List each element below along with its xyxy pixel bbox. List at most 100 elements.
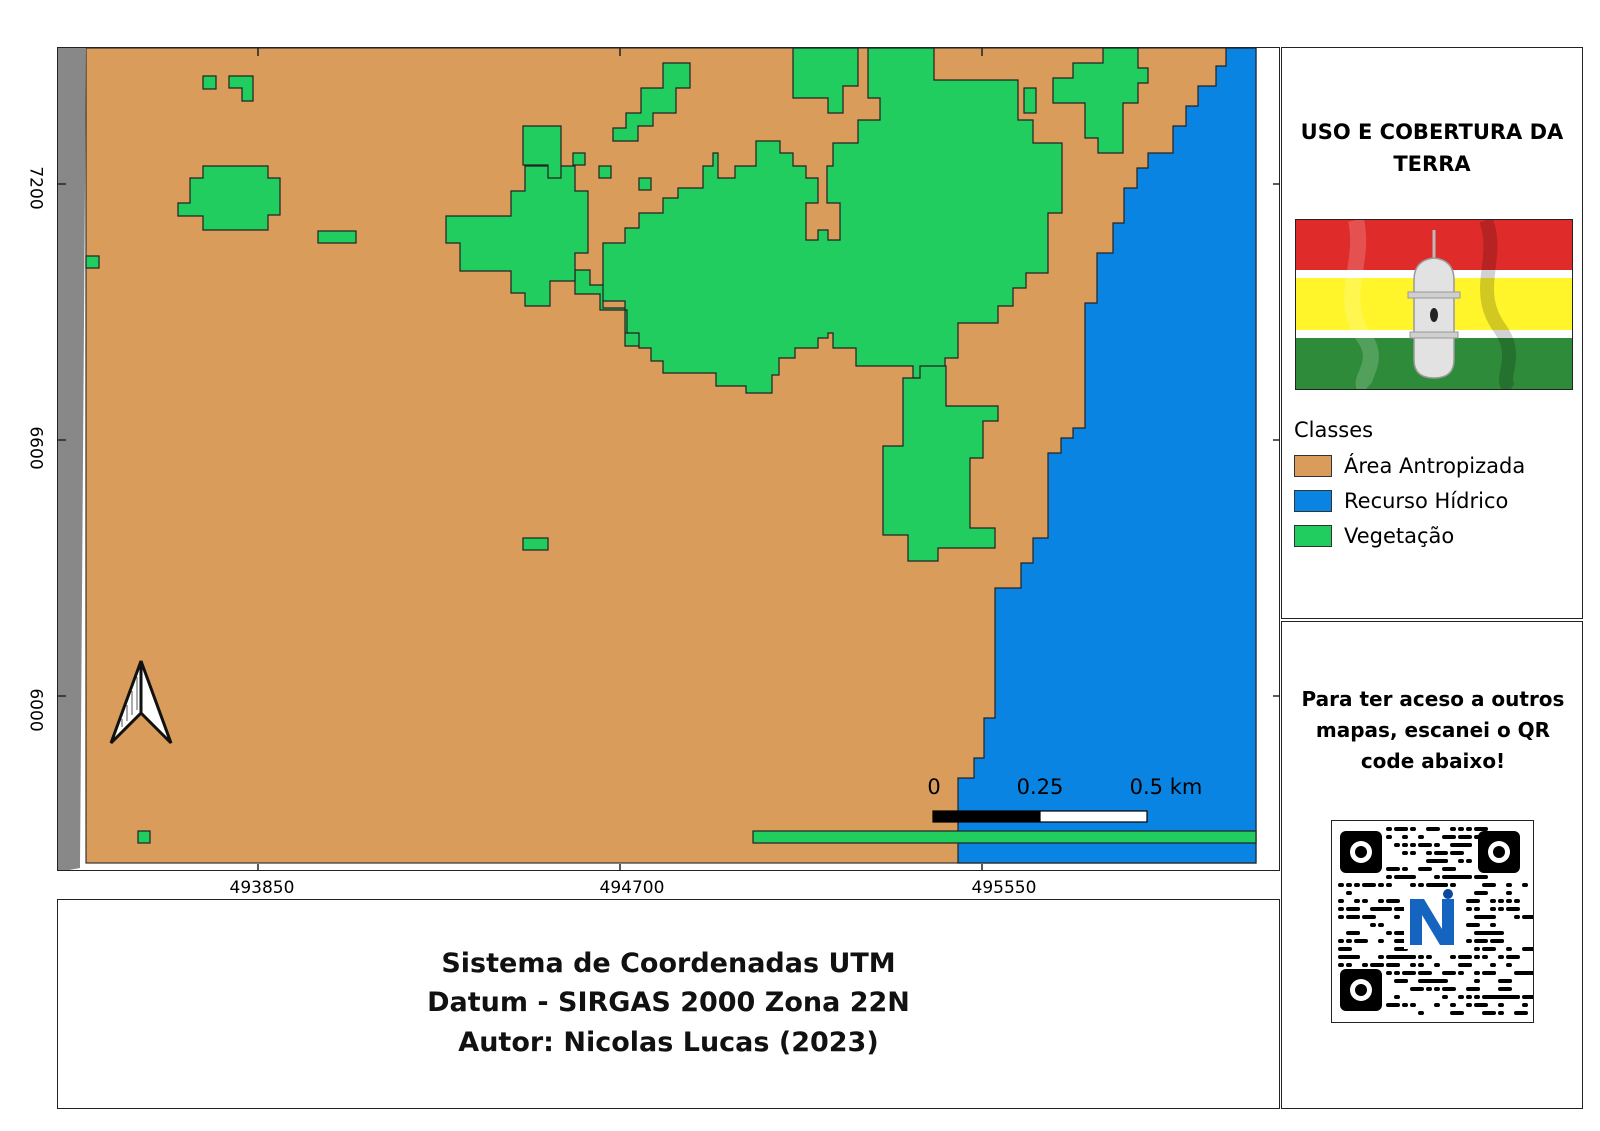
qr-module: [1506, 955, 1520, 959]
y-tick-label: 7200: [25, 166, 46, 210]
qr-module: [1418, 971, 1432, 975]
scale-label-05: 0.5 km: [1129, 775, 1203, 799]
qr-module: [1338, 907, 1344, 911]
flag-image: [1295, 219, 1573, 390]
qr-code[interactable]: [1331, 820, 1534, 1023]
legend-item-area-antropizada: Área Antropizada: [1294, 453, 1525, 479]
qr-module: [1474, 875, 1488, 879]
qr-module: [1354, 931, 1360, 935]
qr-module: [1338, 963, 1344, 967]
qr-module: [1434, 875, 1440, 879]
qr-module: [1514, 1011, 1528, 1015]
vegetacao-pixel: [317, 230, 357, 244]
qr-module: [1370, 923, 1376, 927]
legend-item-vegetacao: Vegetação: [1294, 523, 1454, 549]
legend-panel: USO E COBERTURA DA TERRA Classes Área An…: [1281, 47, 1583, 619]
qr-module: [1378, 963, 1384, 967]
qr-module: [1442, 987, 1456, 991]
qr-module: [1394, 843, 1400, 847]
qr-module: [1522, 947, 1533, 951]
qr-module: [1474, 995, 1480, 999]
qr-module: [1522, 915, 1533, 919]
qr-module: [1450, 1011, 1464, 1015]
legend-swatch: [1294, 455, 1332, 477]
qr-module: [1474, 907, 1480, 911]
qr-module: [1522, 1003, 1528, 1007]
qr-module: [1354, 883, 1360, 887]
qr-module: [1346, 891, 1352, 895]
y-tick-label: 6000: [25, 688, 46, 732]
map-edge-shade: [58, 48, 86, 870]
qr-module: [1362, 963, 1368, 967]
qr-module: [1346, 883, 1352, 887]
qr-module: [1442, 835, 1456, 839]
legend-heading: Classes: [1294, 418, 1374, 442]
scale-bar: [932, 810, 1148, 823]
qr-module: [1466, 939, 1472, 943]
vegetacao-pixel: [85, 255, 100, 269]
qr-module: [1434, 851, 1448, 855]
legend-swatch: [1294, 490, 1332, 512]
qr-module: [1402, 979, 1408, 983]
qr-module: [1450, 851, 1464, 855]
qr-module: [1386, 827, 1392, 831]
qr-module: [1498, 907, 1504, 911]
qr-module: [1434, 843, 1440, 847]
qr-module: [1378, 955, 1384, 959]
qr-module: [1362, 899, 1368, 903]
qr-module: [1514, 995, 1520, 999]
qr-module: [1450, 827, 1456, 831]
qr-module: [1354, 955, 1360, 959]
qr-module: [1402, 827, 1408, 831]
qr-module: [1418, 867, 1432, 871]
qr-module: [1506, 899, 1512, 903]
qr-module: [1466, 843, 1472, 847]
qr-module: [1482, 1011, 1496, 1015]
qr-module: [1442, 859, 1448, 863]
qr-module: [1498, 1003, 1504, 1007]
qr-module: [1386, 835, 1392, 839]
qr-module: [1354, 939, 1368, 943]
qr-finder-icon: [1340, 831, 1382, 873]
vegetacao-pixel: [638, 177, 652, 191]
vegetacao-pixel: [572, 152, 586, 166]
qr-module: [1498, 955, 1504, 959]
qr-module: [1386, 875, 1392, 879]
qr-module: [1474, 939, 1488, 943]
qr-module: [1458, 955, 1472, 959]
qr-module: [1402, 867, 1408, 871]
qr-module: [1434, 1003, 1440, 1007]
qr-module: [1498, 1011, 1504, 1015]
qr-module: [1482, 915, 1496, 919]
qr-module: [1354, 899, 1360, 903]
vegetacao-faixa-sul: [752, 830, 1257, 844]
qr-module: [1442, 883, 1448, 887]
qr-module: [1386, 907, 1392, 911]
qr-module: [1386, 971, 1392, 975]
author-text: Autor: Nicolas Lucas (2023): [458, 1027, 879, 1058]
qr-module: [1354, 915, 1360, 919]
qr-module: [1466, 1003, 1472, 1007]
qr-module: [1386, 899, 1400, 903]
qr-module: [1426, 827, 1440, 831]
vegetacao-pixel: [202, 75, 217, 90]
vegetacao-pixel: [522, 537, 549, 551]
qr-module: [1450, 955, 1456, 959]
qr-module: [1338, 899, 1344, 903]
qr-module: [1410, 883, 1416, 887]
qr-module: [1490, 923, 1496, 927]
qr-module: [1498, 899, 1504, 903]
qr-module: [1418, 955, 1424, 959]
qr-module: [1426, 851, 1432, 855]
legend-title: USO E COBERTURA DA TERRA: [1300, 120, 1564, 176]
qr-module: [1466, 827, 1472, 831]
qr-module: [1418, 835, 1424, 839]
qr-module: [1338, 883, 1344, 887]
qr-module: [1394, 963, 1400, 967]
qr-module: [1506, 891, 1512, 895]
qr-module: [1418, 883, 1424, 887]
qr-module: [1362, 883, 1376, 887]
vegetacao-pixel: [1023, 87, 1037, 114]
qr-module: [1490, 931, 1504, 935]
vegetacao-pixel: [137, 830, 151, 844]
